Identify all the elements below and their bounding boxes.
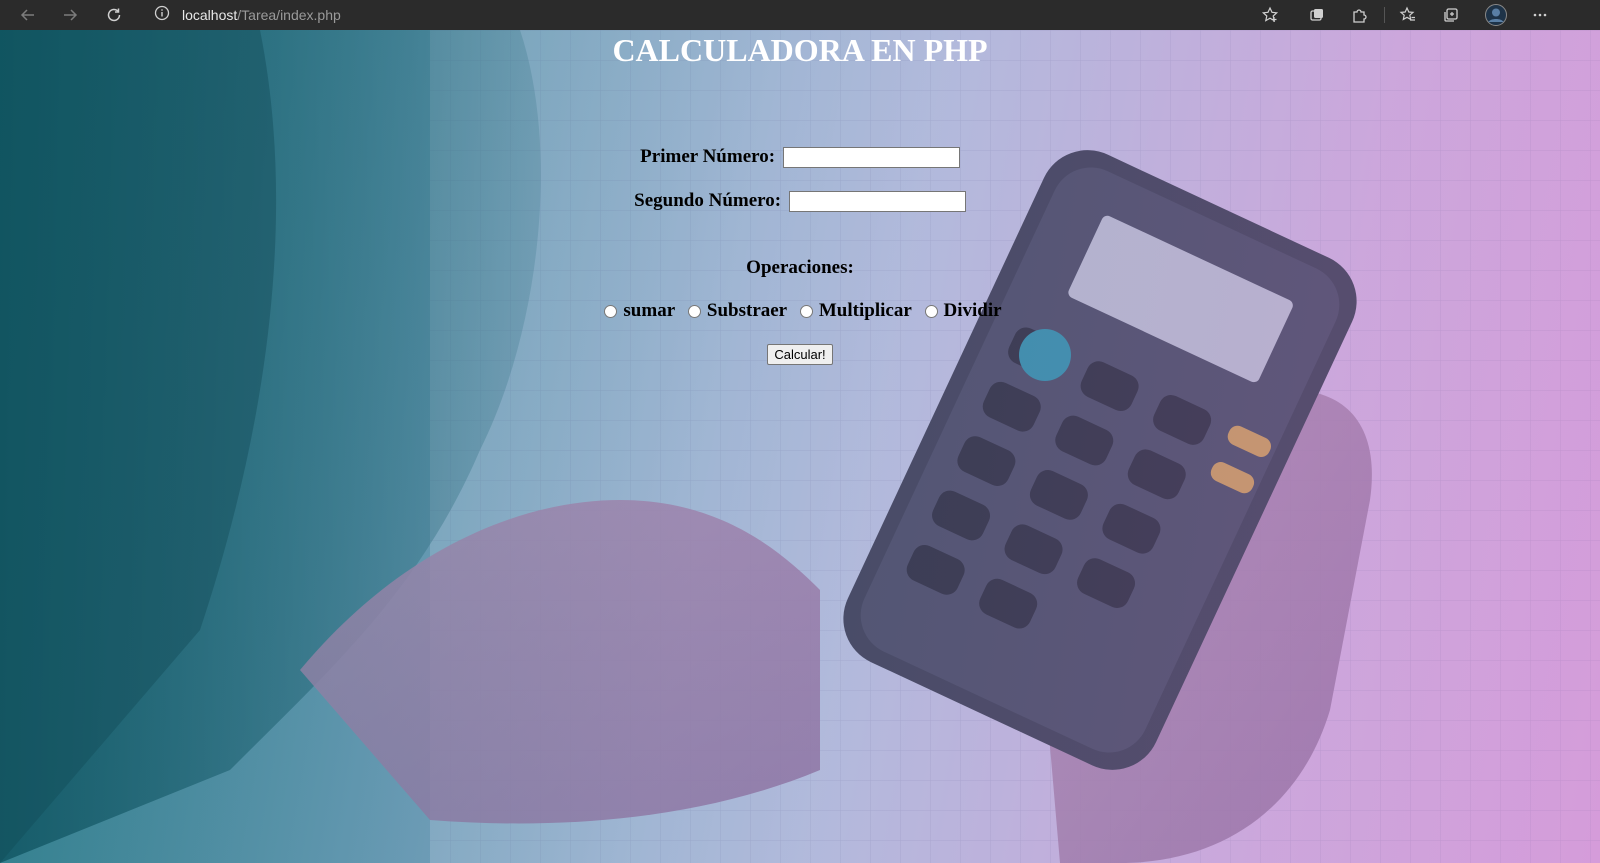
profile-avatar[interactable] [1484, 3, 1508, 27]
second-number-row: Segundo Número: [0, 190, 1600, 213]
info-icon[interactable] [154, 5, 170, 25]
radio-label-dividir[interactable]: Dividir [944, 300, 1002, 321]
first-number-label: Primer Número: [640, 146, 776, 167]
radio-label-multiplicar[interactable]: Multiplicar [819, 300, 912, 321]
page-title: CALCULADORA EN PHP [612, 32, 988, 68]
url-path: /Tarea/index.php [237, 7, 341, 23]
favorites-icon[interactable] [1396, 3, 1420, 27]
forward-icon[interactable] [58, 3, 82, 27]
url-host: localhost [182, 7, 238, 23]
extensions-icon[interactable] [1347, 3, 1371, 27]
first-number-input[interactable] [782, 147, 960, 169]
toolbar-divider [1384, 7, 1385, 23]
operations-heading: Operaciones: [0, 257, 1600, 279]
radio-multiplicar[interactable] [799, 305, 813, 319]
back-icon[interactable] [16, 3, 40, 27]
submit-row: Calcular! [0, 343, 1600, 365]
url-text[interactable]: localhost/Tarea/index.php [182, 7, 341, 23]
radio-sumar[interactable] [604, 305, 618, 319]
radio-label-sumar[interactable]: sumar [623, 300, 675, 321]
first-number-row: Primer Número: [0, 146, 1600, 169]
second-number-input[interactable] [788, 191, 966, 213]
reload-icon[interactable] [102, 3, 126, 27]
page-viewport: CALCULADORA EN PHP Primer Número: Segund… [0, 30, 1600, 863]
browser-window: localhost/Tarea/index.php CALCULADORA EN… [0, 0, 1600, 863]
operations-label: Operaciones: [746, 257, 854, 278]
favorite-add-icon[interactable] [1258, 3, 1282, 27]
address-bar[interactable]: localhost/Tarea/index.php [144, 3, 1289, 27]
radio-label-substraer[interactable]: Substraer [707, 300, 787, 321]
calculate-button[interactable]: Calcular! [767, 344, 833, 365]
second-number-label: Segundo Número: [634, 190, 782, 211]
tab-actions-icon[interactable] [1305, 3, 1329, 27]
more-icon[interactable] [1528, 3, 1552, 27]
collections-icon[interactable] [1439, 3, 1463, 27]
radio-substraer[interactable] [687, 305, 701, 319]
browser-toolbar: localhost/Tarea/index.php [0, 0, 1600, 30]
operations-radio-group: sumar Substraer Multiplicar Dividir [1, 300, 1600, 322]
radio-dividir[interactable] [924, 305, 938, 319]
